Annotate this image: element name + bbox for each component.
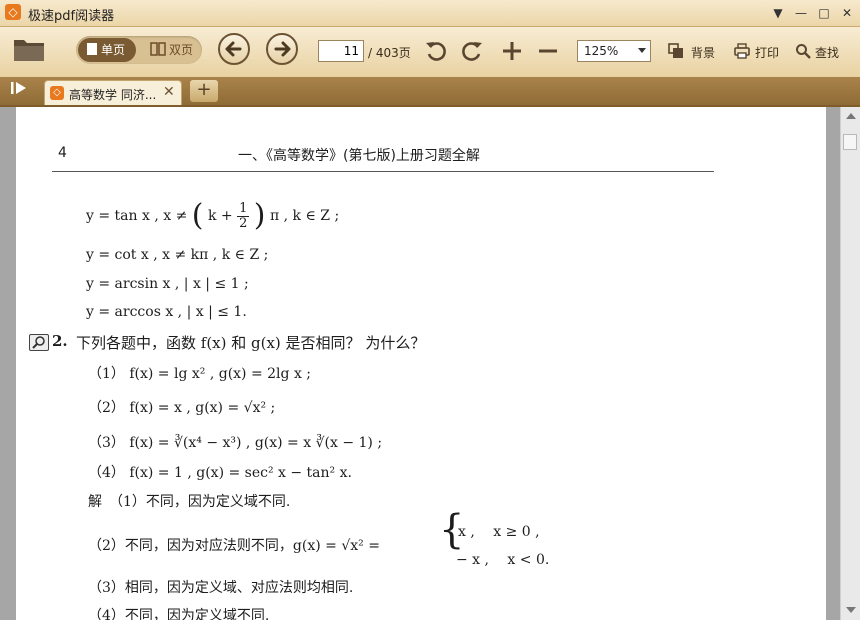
document-viewer: 4 一、《高等数学》(第七版)上册习题全解 y = tan x , x ≠ ( …	[0, 107, 860, 620]
open-folder-icon[interactable]	[13, 36, 45, 62]
background-button[interactable]: 背景	[691, 44, 715, 61]
search-icon[interactable]	[795, 43, 811, 59]
page-total-label: / 403页	[368, 46, 411, 60]
answer-2: （2）不同，因为对应法则不同，g(x) = √x² =	[88, 538, 380, 554]
problem-3: （3） f(x) = ∛(x⁴ − x³) , g(x) = x ∛(x − 1…	[88, 435, 383, 451]
pdf-icon: ◇	[50, 86, 64, 100]
problem-2: （2） f(x) = x , g(x) = √x² ;	[88, 400, 276, 416]
formula-tan-k: k +	[207, 208, 233, 224]
zoom-value: 125%	[584, 44, 619, 58]
single-page-icon	[86, 40, 98, 64]
paren-right: )	[253, 198, 266, 233]
question-text: 下列各题中，函数 f(x) 和 g(x) 是否相同？ 为什么？	[76, 334, 426, 352]
fraction-one-half: 1 2	[237, 200, 250, 231]
tab-close-icon[interactable]: ✕	[163, 84, 175, 100]
zoom-select[interactable]: 125%	[577, 40, 651, 62]
window-title: 极速pdf阅读器	[28, 9, 115, 24]
single-page-button[interactable]: 单页	[78, 38, 136, 62]
minimize-button[interactable]: —	[791, 3, 811, 23]
title-bar: ◇ 极速pdf阅读器 ▼ — □ ✕	[0, 0, 860, 27]
question-number: 2.	[52, 332, 68, 350]
view-mode-toggle: 单页 双页	[76, 36, 202, 64]
page-header: 一、《高等数学》(第七版)上册习题全解	[238, 148, 480, 164]
tab-label: 高等数学 同济...	[69, 88, 157, 102]
rotate-right-icon[interactable]	[460, 39, 484, 63]
problem-1: （1） f(x) = lg x² , g(x) = 2lg x ;	[88, 366, 312, 382]
printer-icon[interactable]	[734, 43, 750, 59]
scroll-up-icon[interactable]	[846, 113, 856, 119]
zoom-in-icon[interactable]	[500, 39, 524, 63]
pdf-page: 4 一、《高等数学》(第七版)上册习题全解 y = tan x , x ≠ ( …	[16, 107, 826, 620]
header-rule	[52, 171, 714, 172]
formula-tan-b: π , k ∈ Z ;	[269, 208, 340, 224]
previous-page-button[interactable]	[218, 33, 250, 65]
answer-3: （3）相同，因为定义域、对应法则均相同.	[88, 580, 354, 596]
rotate-left-icon[interactable]	[424, 39, 448, 63]
formula-tan: y = tan x , x ≠ ( k + 1 2 ) π , k ∈ Z ;	[86, 201, 339, 231]
formula-arcsin: y = arcsin x , | x | ≤ 1 ;	[86, 276, 249, 292]
print-button[interactable]: 打印	[755, 44, 779, 61]
arrow-left-icon	[225, 41, 242, 57]
double-page-label: 双页	[169, 43, 194, 57]
answer-2-case-2: − x , x < 0.	[456, 552, 550, 568]
app-logo-icon: ◇	[5, 4, 21, 20]
find-button[interactable]: 查找	[815, 44, 839, 61]
tab-bar: ◇ 高等数学 同济... ✕ +	[0, 77, 860, 107]
formula-tan-a: y = tan x , x ≠	[86, 208, 188, 224]
double-page-button[interactable]: 双页	[142, 38, 200, 62]
problem-4: （4） f(x) = 1 , g(x) = sec² x − tan² x.	[88, 465, 352, 481]
formula-arccos: y = arccos x , | x | ≤ 1.	[86, 304, 247, 320]
maximize-button[interactable]: □	[814, 3, 834, 23]
formula-cot: y = cot x , x ≠ kπ , k ∈ Z ;	[86, 247, 269, 263]
answer-4: （4）不同，因为定义域不同.	[88, 608, 270, 620]
question-magnifier-icon	[29, 334, 49, 351]
page-number-input[interactable]	[318, 40, 364, 62]
page-number-text: 4	[58, 145, 67, 161]
scrollbar-thumb[interactable]	[843, 134, 857, 150]
background-icon[interactable]	[668, 43, 684, 59]
tab-document[interactable]: ◇ 高等数学 同济... ✕	[44, 80, 182, 105]
double-page-icon	[150, 40, 166, 64]
toolbar: 单页 双页 / 403页 125%	[0, 27, 860, 78]
fraction-numerator: 1	[237, 200, 250, 217]
answer-1: 解 （1）不同，因为定义域不同.	[88, 494, 291, 510]
fraction-denominator: 2	[239, 215, 248, 231]
single-page-label: 单页	[101, 43, 126, 57]
next-page-button[interactable]	[266, 33, 298, 65]
menu-dropdown-icon[interactable]: ▼	[768, 3, 788, 23]
zoom-out-icon[interactable]	[536, 39, 560, 63]
vertical-scrollbar[interactable]	[840, 107, 860, 620]
paren-left: (	[191, 198, 204, 233]
scroll-down-icon[interactable]	[846, 607, 856, 613]
new-tab-button[interactable]: +	[190, 80, 218, 102]
chevron-down-icon	[638, 48, 646, 53]
sidebar-toggle-icon[interactable]	[5, 81, 33, 101]
close-button[interactable]: ✕	[837, 3, 857, 23]
answer-2-case-1: x , x ≥ 0 ,	[458, 524, 540, 540]
arrow-right-icon	[274, 41, 291, 57]
